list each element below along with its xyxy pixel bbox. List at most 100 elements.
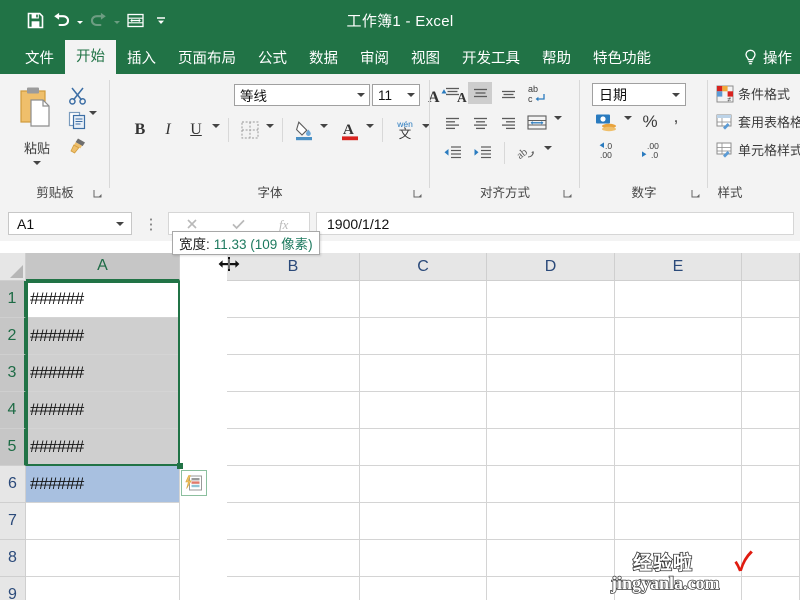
ribbon-tab-2[interactable]: 插入 [116,44,167,74]
cancel-icon[interactable] [185,217,199,231]
font-name-dropdown-icon[interactable] [357,85,365,105]
font-color-dropdown-icon[interactable] [366,124,374,146]
cell-D3[interactable] [487,355,615,392]
row-header-4[interactable]: 4 [0,392,26,429]
clipboard-dialog-launcher-icon[interactable] [93,189,102,198]
bold-button[interactable]: B [128,118,152,142]
wrap-text-button[interactable]: ab c [524,80,552,106]
cell-D9[interactable] [487,577,615,600]
align-right-button[interactable] [496,112,520,134]
cell-E6[interactable] [615,466,742,503]
cell-C4[interactable] [360,392,487,429]
redo-dropdown-icon[interactable] [111,7,122,33]
align-center-button[interactable] [468,112,492,134]
undo-icon[interactable] [48,7,74,33]
cell-X3[interactable] [742,355,800,392]
row-header-2[interactable]: 2 [0,318,26,355]
format-painter-icon[interactable] [66,134,88,156]
cell-B1[interactable] [227,281,360,318]
customize-qat-icon[interactable] [148,7,174,33]
cell-D5[interactable] [487,429,615,466]
insert-function-icon[interactable]: fx [278,216,293,232]
cell-E8[interactable] [615,540,742,577]
column-header-blank[interactable] [742,253,800,281]
quick-analysis-icon[interactable] [181,470,207,496]
copy-icon[interactable] [66,109,88,131]
cell-A6[interactable]: ###### [26,466,180,503]
cell-D1[interactable] [487,281,615,318]
borders-button[interactable] [238,118,262,142]
phonetic-guide-button[interactable]: wén 文 [392,116,418,144]
cell-C2[interactable] [360,318,487,355]
cell-C5[interactable] [360,429,487,466]
cell-X1[interactable] [742,281,800,318]
cell-A9[interactable] [26,577,180,600]
row-header-3[interactable]: 3 [0,355,26,392]
decrease-decimal-button[interactable]: .00 .0 [636,138,670,162]
cell-B6[interactable] [227,466,360,503]
column-header-C[interactable]: C [360,253,487,281]
font-size-dropdown-icon[interactable] [407,85,415,105]
cell-C9[interactable] [360,577,487,600]
row-header-1[interactable]: 1 [0,281,26,318]
cell-C6[interactable] [360,466,487,503]
cell-D8[interactable] [487,540,615,577]
cell-D6[interactable] [487,466,615,503]
cell-C3[interactable] [360,355,487,392]
cell-A4[interactable]: ###### [26,392,180,429]
cell-A3[interactable]: ###### [26,355,180,392]
cell-E2[interactable] [615,318,742,355]
cell-A8[interactable] [26,540,180,577]
cell-A1[interactable]: ###### [26,281,180,318]
align-middle-button[interactable] [468,82,492,104]
cell-X2[interactable] [742,318,800,355]
ribbon-tab-10[interactable]: 特色功能 [582,44,662,74]
cell-X8[interactable] [742,540,800,577]
row-header-8[interactable]: 8 [0,540,26,577]
cell-B8[interactable] [227,540,360,577]
ribbon-tab-5[interactable]: 数据 [298,44,349,74]
fill-color-dropdown-icon[interactable] [320,124,328,146]
number-format-dropdown-icon[interactable] [672,84,680,105]
underline-button[interactable]: U [184,118,208,142]
row-header-9[interactable]: 9 [0,577,26,600]
tell-me-assist[interactable]: 操作 [737,42,798,72]
cell-E1[interactable] [615,281,742,318]
merge-dropdown-icon[interactable] [554,116,562,138]
percent-format-button[interactable]: % [638,110,662,134]
cell-styles-button[interactable]: 单元格样式 [716,140,800,159]
decrease-indent-button[interactable] [440,142,466,164]
ribbon-tab-4[interactable]: 公式 [247,44,298,74]
increase-indent-button[interactable] [470,142,496,164]
align-left-button[interactable] [440,112,464,134]
column-width-icon[interactable] [122,7,148,33]
cell-B3[interactable] [227,355,360,392]
accounting-dropdown-icon[interactable] [624,116,632,138]
cell-A7[interactable] [26,503,180,540]
cell-D2[interactable] [487,318,615,355]
orientation-button[interactable]: ab [514,141,540,165]
cut-icon[interactable] [66,84,88,106]
font-name-input[interactable]: 等线 [234,84,370,106]
font-dialog-launcher-icon[interactable] [413,189,422,198]
fill-handle[interactable] [177,463,183,469]
name-box-dropdown-icon[interactable] [116,213,124,234]
enter-icon[interactable] [231,217,246,231]
align-bottom-button[interactable] [496,82,520,104]
cell-E3[interactable] [615,355,742,392]
cell-E5[interactable] [615,429,742,466]
cell-B7[interactable] [227,503,360,540]
cell-E9[interactable] [615,577,742,600]
paste-button[interactable]: 粘贴 [10,82,64,168]
cell-X6[interactable] [742,466,800,503]
align-top-button[interactable] [440,82,464,104]
cell-E7[interactable] [615,503,742,540]
conditional-formatting-button[interactable]: ≠ 条件格式 [716,84,790,103]
cell-B4[interactable] [227,392,360,429]
name-box[interactable]: A1 [8,212,132,235]
undo-dropdown-icon[interactable] [74,7,85,33]
ribbon-tab-0[interactable]: 文件 [14,44,65,74]
cell-X9[interactable] [742,577,800,600]
column-header-E[interactable]: E [615,253,742,281]
cell-X7[interactable] [742,503,800,540]
